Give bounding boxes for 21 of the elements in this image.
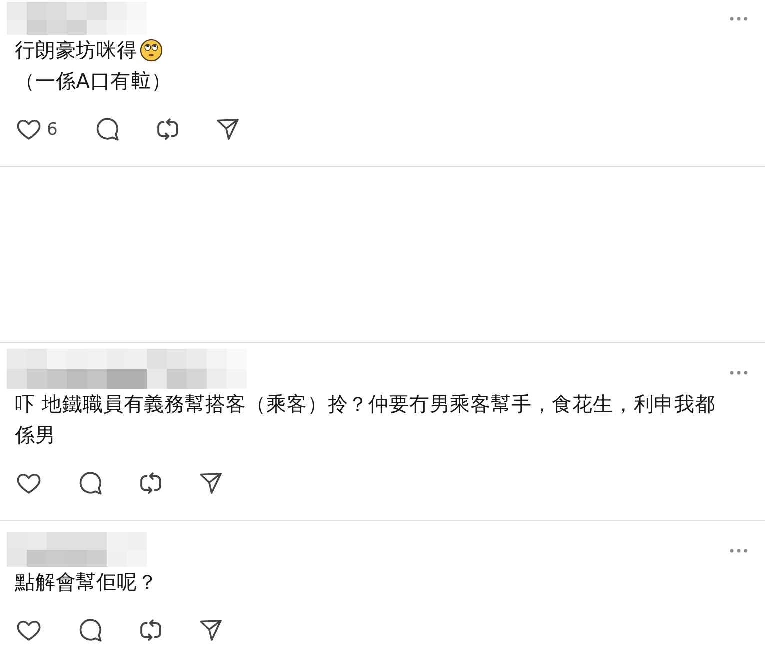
heart-icon: [17, 118, 41, 140]
repost-icon: [140, 472, 162, 495]
repost-icon: [140, 619, 162, 642]
repost-icon: [156, 118, 179, 141]
comment-icon: [96, 118, 119, 141]
share-icon: [200, 473, 222, 494]
post-text: 行朗豪坊咪得: [15, 37, 138, 64]
comment-icon: [79, 619, 102, 642]
heart-icon: [17, 472, 41, 494]
share-icon: [216, 119, 239, 140]
more-options-icon: [730, 549, 748, 553]
comment-icon: [79, 472, 102, 495]
post-text: （一係A口有𨋢）: [15, 68, 172, 95]
more-options-icon: [730, 371, 748, 375]
heart-icon: [17, 620, 41, 642]
more-options-icon: [730, 17, 748, 21]
post-text: 點解會幫佢呢？: [15, 569, 158, 596]
like-count: 6: [47, 118, 58, 140]
post-text: 吓 地鐵職員有義務幫搭客（乘客）拎？仲要冇男乘客幫手，食花生，利申我都係男: [15, 391, 716, 449]
share-icon: [200, 620, 222, 641]
like-button[interactable]: 6: [9, 112, 66, 148]
